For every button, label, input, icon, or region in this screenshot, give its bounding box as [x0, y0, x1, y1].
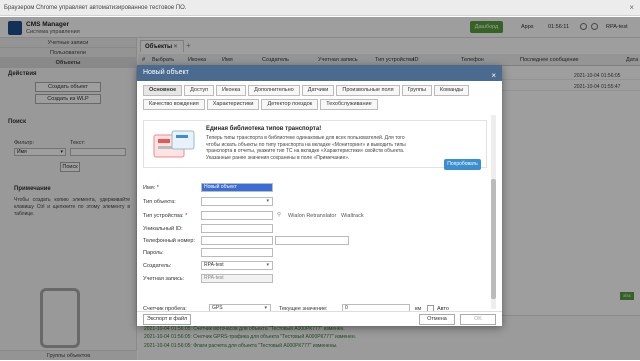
account-field: RPA-test [201, 274, 273, 283]
search-icon[interactable]: ⚲ [277, 212, 281, 218]
try-button[interactable]: Попробовать [444, 159, 481, 170]
password-field[interactable] [201, 248, 273, 257]
phone-field[interactable] [201, 236, 273, 245]
chrome-notice: Браузером Chrome управляет автоматизиров… [4, 4, 187, 11]
device-type-input[interactable] [201, 211, 273, 220]
tab-driving-quality[interactable]: Качество вождения [143, 99, 205, 110]
ok-button[interactable]: OK [460, 314, 496, 325]
tab-basic[interactable]: Основное [143, 85, 183, 96]
tab-maintenance[interactable]: Техобслуживание [320, 99, 378, 110]
chevron-down-icon: ▾ [266, 262, 269, 268]
tab-icon[interactable]: Иконка [216, 85, 247, 96]
account-label: Учетная запись: [143, 276, 185, 282]
object-type-label: Тип объекта: [143, 199, 176, 205]
name-label-text: Имя: [143, 185, 156, 191]
creator-value: RPA-test [204, 262, 224, 268]
dialog-title: Новый объект [143, 69, 189, 76]
info-text: Теперь типы транспорта в библиотеке один… [206, 135, 406, 161]
dialog-footer: Экспорт в файл Отмена OK [137, 311, 502, 326]
new-object-dialog: Новый объект × Основное Доступ Иконка Доп… [137, 65, 502, 326]
dialog-scrollbar[interactable] [491, 115, 496, 309]
tab-custom-fields[interactable]: Произвольные поля [336, 85, 400, 96]
info-title: Единая библиотека типов транспорта! [206, 126, 322, 132]
device-hint-wialtrack[interactable]: Wialtrack [341, 213, 364, 219]
object-type-select[interactable]: ▾ [201, 197, 273, 206]
chevron-down-icon: ▾ [266, 198, 269, 204]
tab-groups[interactable]: Группы [401, 85, 432, 96]
close-icon[interactable]: × [629, 3, 634, 12]
chrome-automation-bar: Браузером Chrome управляет автоматизиров… [0, 0, 640, 16]
creator-label: Создатель: [143, 263, 172, 269]
device-type-label-text: Тип устройства: [143, 213, 184, 219]
tab-characteristics[interactable]: Характеристики [206, 99, 260, 110]
tab-sensors[interactable]: Датчики [301, 85, 335, 96]
required-mark: * [156, 185, 159, 191]
scrollbar-thumb[interactable] [491, 179, 496, 299]
password-label: Пароль: [143, 250, 164, 256]
account-value: RPA-test [204, 275, 224, 281]
tab-trip-detector[interactable]: Детектор поездок [261, 99, 319, 110]
name-label: Имя: * [143, 185, 159, 191]
dialog-header: Новый объект × [137, 65, 502, 81]
cancel-button[interactable]: Отмена [419, 314, 455, 325]
tab-advanced[interactable]: Дополнительно [248, 85, 300, 96]
tab-commands[interactable]: Команды [433, 85, 470, 96]
creator-select[interactable]: RPA-test ▾ [201, 261, 273, 270]
close-icon[interactable]: × [491, 68, 496, 84]
tab-access[interactable]: Доступ [184, 85, 215, 96]
export-to-file-button[interactable]: Экспорт в файл [143, 314, 191, 325]
dialog-tabs-row1: Основное Доступ Иконка Дополнительно Дат… [143, 85, 498, 97]
device-type-label: Тип устройства: * [143, 213, 187, 219]
required-mark: * [185, 213, 188, 219]
device-hint-wialon-retranslator[interactable]: Wialon Retranslator [288, 213, 336, 219]
unique-id-label: Уникальный ID: [143, 226, 183, 232]
phone-label: Телефонный номер: [143, 238, 195, 244]
name-field[interactable]: Новый объект [201, 183, 273, 192]
vehicle-library-icon [153, 130, 195, 158]
unique-id-field[interactable] [201, 224, 273, 233]
phone-field-2[interactable] [275, 236, 349, 245]
dialog-tabs-row2: Качество вождения Характеристики Детекто… [143, 99, 498, 111]
info-banner: Единая библиотека типов транспорта! Тепе… [143, 120, 487, 170]
name-value: Новый объект [204, 184, 237, 190]
